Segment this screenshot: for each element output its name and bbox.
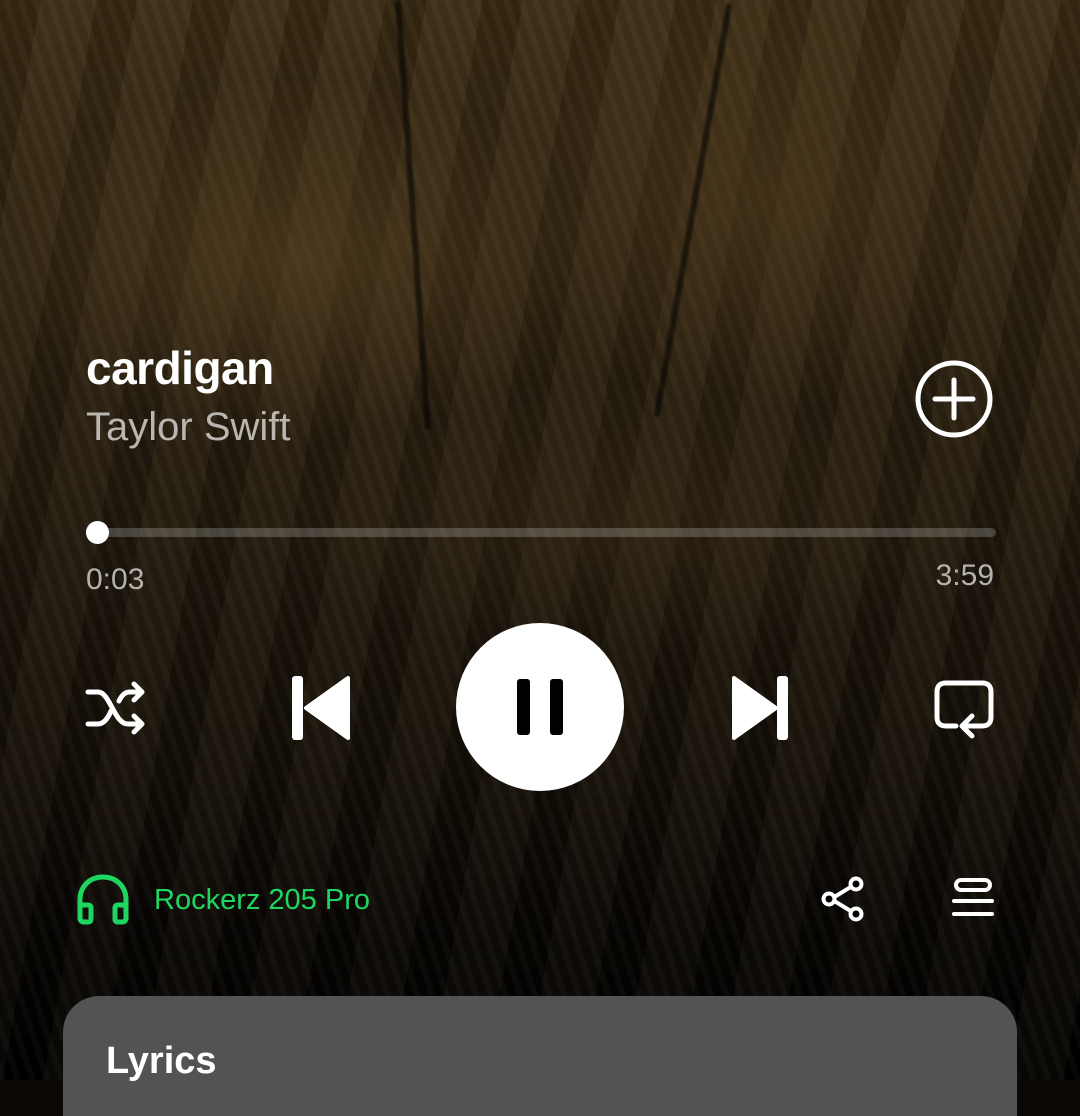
share-icon — [821, 876, 864, 922]
total-time: 3:59 — [935, 559, 994, 592]
pause-icon — [517, 679, 563, 735]
shuffle-icon — [85, 681, 145, 735]
previous-track-button[interactable] — [288, 674, 354, 742]
track-title: cardigan — [86, 342, 274, 394]
add-circle-icon — [915, 360, 993, 438]
progress-handle[interactable] — [85, 521, 109, 544]
progress-bar[interactable] — [85, 521, 996, 544]
skip-previous-icon — [292, 676, 350, 740]
track-artist[interactable]: Taylor Swift — [86, 402, 291, 452]
lyrics-title: Lyrics — [106, 1040, 217, 1082]
device-name: Rockerz 205 Pro — [154, 884, 370, 916]
elapsed-time: 0:03 — [86, 563, 145, 596]
lyrics-card[interactable]: Lyrics — [63, 996, 1017, 1116]
queue-icon — [952, 878, 994, 916]
connected-device[interactable]: Rockerz 205 Pro — [76, 872, 370, 928]
add-to-library-button[interactable] — [914, 360, 994, 440]
next-track-button[interactable] — [726, 674, 792, 742]
headphones-icon — [77, 874, 129, 925]
repeat-icon — [934, 680, 994, 739]
play-pause-button[interactable] — [456, 623, 624, 791]
repeat-button[interactable] — [932, 678, 998, 740]
shuffle-button[interactable] — [84, 678, 150, 738]
share-button[interactable] — [820, 876, 866, 922]
queue-button[interactable] — [950, 876, 996, 922]
skip-next-icon — [732, 676, 788, 740]
